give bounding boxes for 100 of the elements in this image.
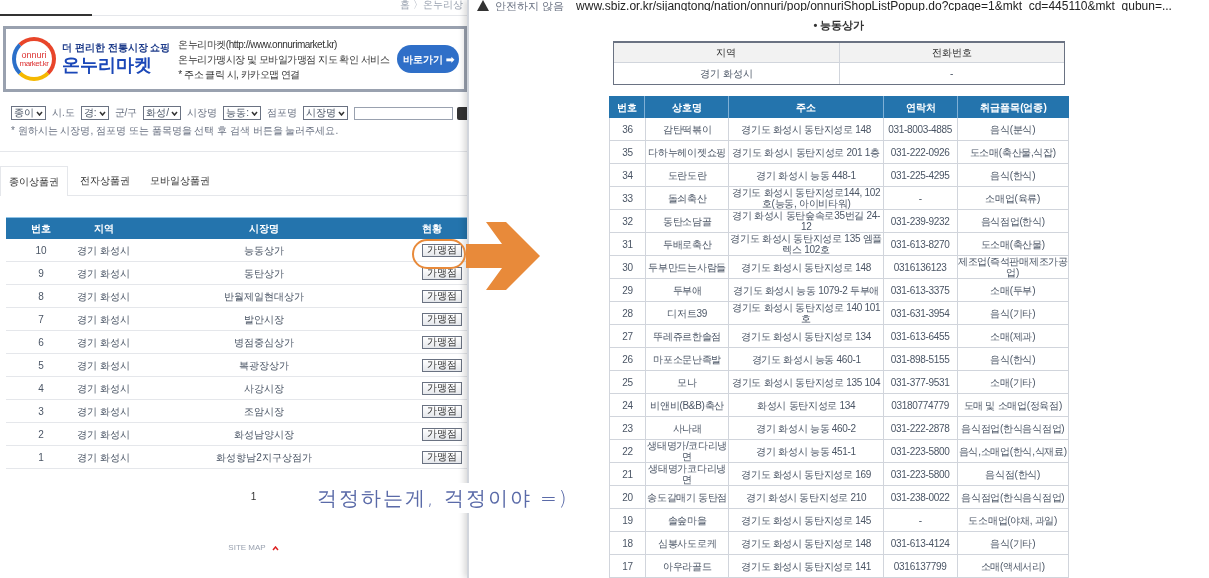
table-cell: 다하누헤이젯쇼핑 xyxy=(644,141,729,163)
store-list-button[interactable]: 가맹점 xyxy=(422,404,462,418)
column-header: 주소 xyxy=(728,96,883,118)
table-cell-text: 경기 화성시 xyxy=(76,266,131,281)
table-cell-text: 경기 화성시 xyxy=(76,404,131,419)
table-cell: 돌쇠축산 xyxy=(644,187,729,209)
table-cell-text: 29 xyxy=(621,283,634,298)
caret-icon xyxy=(337,110,345,116)
table-cell-text: 경기 화성시 xyxy=(76,312,131,327)
table-cell: 두부애 xyxy=(644,279,729,301)
table-cell-text: 24 xyxy=(621,398,634,413)
table-cell-text: 19 xyxy=(621,513,634,528)
dropdown[interactable]: 경: xyxy=(80,106,109,120)
go-button[interactable]: 바로가기 ➡ xyxy=(397,45,460,73)
store-list-button[interactable]: 가맹점 xyxy=(422,335,462,349)
table-cell: 모나 xyxy=(644,371,729,393)
caret-up-icon[interactable] xyxy=(271,545,279,551)
page-number[interactable]: 1 xyxy=(250,489,257,504)
store-list-button[interactable]: 가맹점 xyxy=(422,381,462,395)
store-list-button[interactable]: 가맹점 xyxy=(422,243,462,257)
dropdown[interactable]: 능동: xyxy=(223,106,261,120)
dropdown[interactable]: 시장명 xyxy=(302,106,348,120)
table-cell: 031-222-0926 xyxy=(882,141,957,163)
store-list-button[interactable]: 가맹점 xyxy=(422,266,462,280)
table-cell: 디저트39 xyxy=(644,302,729,324)
table-cell: 음식(한식) xyxy=(956,164,1068,186)
table-cell: 0316137799 xyxy=(882,555,957,577)
search-button[interactable] xyxy=(457,106,467,120)
table-cell: 음식점업(한식) xyxy=(956,210,1068,232)
table-cell: 경기 화성시 능동 460-2 xyxy=(728,417,883,439)
table-cell: 경기 화성시 능동 451-1 xyxy=(728,440,883,462)
table-cell-text: 7 xyxy=(37,312,45,327)
table-cell-text: 화성남양시장 xyxy=(233,427,295,442)
table-cell: 음식점업(한식음식점업) xyxy=(956,417,1068,439)
table-cell: 031-223-5800 xyxy=(882,440,957,462)
table-cell: 사나래 xyxy=(644,417,729,439)
table-cell: 경기도 화성시 동탄지성로 148 xyxy=(728,118,883,140)
tab[interactable]: 모바일상품권 xyxy=(142,166,218,195)
table-cell: 031-377-9531 xyxy=(882,371,957,393)
dropdown[interactable]: 종이 xyxy=(11,106,46,120)
table-cell: 경기 화성시 능동 448-1 xyxy=(728,164,883,186)
table-cell-text: 28 xyxy=(621,306,634,321)
banner-text: * 주소 클릭 시, 카카오맵 연결 xyxy=(178,67,301,81)
caret-icon xyxy=(171,110,179,116)
table-cell: 음식점(한식) xyxy=(956,463,1068,485)
table-cell: 두배로축산 xyxy=(644,233,729,255)
store-list-button[interactable]: 가맹점 xyxy=(422,289,462,303)
table-cell-text: 27 xyxy=(621,329,634,344)
store-list-button[interactable]: 가맹점 xyxy=(422,427,462,441)
search-field[interactable] xyxy=(353,106,453,120)
store-list-button[interactable]: 가맹점 xyxy=(422,358,462,372)
table-cell-text: 경기 화성시 xyxy=(698,67,754,81)
table-cell: 경기 화성시 동탄지성로 210 xyxy=(728,486,883,508)
table-cell: 031-225-4295 xyxy=(882,164,957,186)
table-cell: 경기도 화성시 동탄지성로 148 xyxy=(728,256,883,278)
table-cell: 031-613-6455 xyxy=(882,325,957,347)
warning-icon xyxy=(477,0,489,11)
dropdown[interactable]: 화성/ xyxy=(143,106,182,120)
table-cell-text: 1 xyxy=(37,450,45,465)
column-header: 현황 xyxy=(421,222,443,236)
table-cell: - xyxy=(882,187,957,209)
table-cell-text: 반월제일현대상가 xyxy=(223,289,305,304)
tab[interactable]: 전자상품권 xyxy=(72,166,138,195)
store-list-button[interactable]: 가맹점 xyxy=(422,312,462,326)
table-cell: 경기도 화성시 동탄지성로 148 xyxy=(728,532,883,554)
table-cell: 소매(액세서리) xyxy=(956,555,1068,577)
column-header: 번호 xyxy=(615,100,638,115)
table-cell: 도매 및 소매업(정육점) xyxy=(956,394,1068,416)
tab[interactable]: 종이상품권 xyxy=(0,166,68,196)
table-cell-text: 21 xyxy=(621,467,634,482)
table-cell-text: 병점중심상가 xyxy=(233,335,295,350)
table-cell: 음식(기타) xyxy=(956,532,1068,554)
logo-text: onnuri xyxy=(21,50,47,60)
table-cell: 감탄떡볶이 xyxy=(644,118,729,140)
column-header: 상호명 xyxy=(644,96,728,118)
table-cell-text: 5 xyxy=(37,358,45,373)
table-cell: 031-223-5800 xyxy=(882,463,957,485)
logo-text: market.kr xyxy=(19,59,49,68)
caret-icon xyxy=(98,110,106,116)
column-header: 시장명 xyxy=(248,222,280,236)
table-cell-text: 10 xyxy=(34,243,48,258)
table-cell-text: 33 xyxy=(621,191,634,206)
table-cell: 소매업(육류) xyxy=(956,187,1068,209)
hint-text: * 원하시는 시장명, 점포명 또는 품목명을 선택 후 검색 버튼을 눌러주세요. xyxy=(11,125,340,137)
table-cell-text: 31 xyxy=(621,237,634,252)
column-header: 지역 xyxy=(715,46,738,60)
store-list-button[interactable]: 가맹점 xyxy=(422,450,462,464)
table-cell-text: 4 xyxy=(37,381,45,396)
table-cell-text: 17 xyxy=(621,559,634,574)
column-header: 전화번호 xyxy=(838,43,1064,62)
table-cell-text: 34 xyxy=(621,168,634,183)
table-cell: 동탄소담골 xyxy=(644,210,729,232)
table-cell: 소매(제과) xyxy=(956,325,1068,347)
table-cell: 도란도란 xyxy=(644,164,729,186)
security-label[interactable]: 안전하지 않음 xyxy=(495,0,565,11)
table-cell: 경기도 화성시 능동 1079-2 두부애 xyxy=(728,279,883,301)
popup-title: • 능동상가 xyxy=(813,19,865,32)
table-cell: 경기 화성시 동탄숲속로35번길 24-12 xyxy=(728,210,883,232)
table-cell-text: 23 xyxy=(621,421,634,436)
table-cell-text: 2 xyxy=(37,427,45,442)
